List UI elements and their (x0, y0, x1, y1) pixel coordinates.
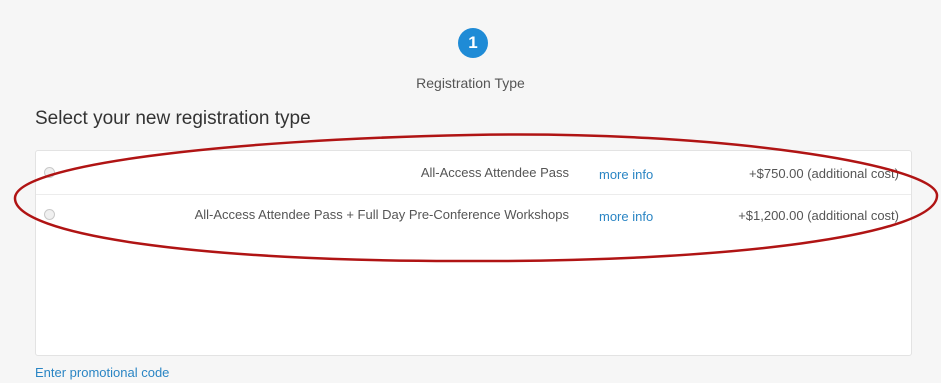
option-radio[interactable] (44, 209, 55, 220)
option-radio[interactable] (44, 167, 55, 178)
promo-code-link[interactable]: Enter promotional code (35, 365, 169, 380)
more-info-link[interactable]: more info (599, 167, 653, 182)
step-label: Registration Type (416, 75, 525, 91)
step-number-badge: 1 (458, 28, 488, 58)
registration-option[interactable]: All-Access Attendee Pass + Full Day Pre-… (36, 194, 911, 236)
option-name: All-Access Attendee Pass + Full Day Pre-… (194, 207, 569, 222)
more-info-link[interactable]: more info (599, 209, 653, 224)
registration-options-panel: All-Access Attendee Pass more info +$750… (35, 150, 912, 356)
option-cost: +$750.00 (additional cost) (749, 166, 899, 181)
option-cost: +$1,200.00 (additional cost) (738, 208, 899, 223)
section-title: Select your new registration type (35, 108, 311, 129)
registration-option[interactable]: All-Access Attendee Pass more info +$750… (36, 152, 911, 195)
option-name: All-Access Attendee Pass (420, 165, 569, 180)
